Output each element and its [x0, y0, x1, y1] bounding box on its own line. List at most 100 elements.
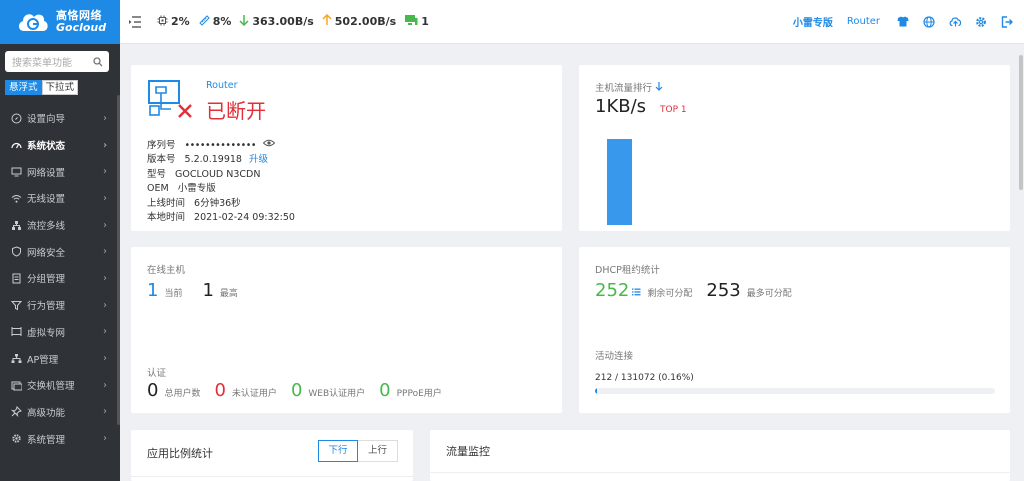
- web-auth-users-value: 0: [290, 380, 303, 401]
- gear-icon: [10, 433, 22, 445]
- sidebar-item-system-management[interactable]: 系统管理 ›: [0, 425, 117, 452]
- sort-down-icon[interactable]: [655, 81, 663, 94]
- logout-icon[interactable]: [1000, 15, 1014, 29]
- model-label: 型号: [147, 168, 167, 180]
- sidebar-item-switch-management[interactable]: 交换机管理 ›: [0, 372, 117, 399]
- sidebar-item-label: 高级功能: [27, 407, 66, 419]
- menu-search-input[interactable]: 搜索菜单功能: [5, 51, 109, 72]
- menu-mode-switch: 悬浮式 下拉式: [5, 80, 79, 95]
- top-host-bar[interactable]: [607, 139, 632, 225]
- chevron-right-icon: ›: [103, 139, 108, 151]
- serial-value: ••••••••••••••: [184, 139, 257, 151]
- sidebar-nav: 设置向导 › 系统状态 › 网络设置 › 无线设置 › 流控多线 › 网络安全 …: [0, 105, 117, 452]
- pin-icon: [10, 406, 22, 418]
- serial-label: 序列号: [147, 139, 176, 151]
- mode-float-button[interactable]: 悬浮式: [5, 80, 42, 95]
- app-stats-title: 应用比例统计: [147, 447, 213, 460]
- oem-value: 小雷专版: [177, 183, 216, 195]
- brand-logo[interactable]: 高恪网络 Gocloud: [0, 0, 120, 44]
- filter-icon: [10, 299, 22, 311]
- sidebar-item-label: 网络安全: [27, 247, 66, 259]
- sidebar: 高恪网络 Gocloud 搜索菜单功能 悬浮式 下拉式 设置向导 › 系统状态 …: [0, 0, 120, 481]
- menu-search-placeholder: 搜索菜单功能: [12, 58, 72, 69]
- chevron-right-icon: ›: [103, 433, 107, 445]
- sidebar-item-label: 流控多线: [27, 221, 66, 233]
- online-current-value: 1: [147, 280, 159, 301]
- sidebar-item-group-management[interactable]: 分组管理 ›: [0, 265, 117, 292]
- sidebar-item-setup-wizard[interactable]: 设置向导 ›: [0, 105, 117, 132]
- sidebar-item-security[interactable]: 网络安全 ›: [0, 238, 117, 265]
- chevron-right-icon: ›: [103, 192, 107, 204]
- shield-icon: [10, 246, 22, 258]
- chevron-right-icon: ›: [103, 246, 107, 258]
- chevron-right-icon: ›: [103, 166, 107, 178]
- sidebar-item-flow-control[interactable]: 流控多线 ›: [0, 212, 117, 239]
- sidebar-item-label: 分组管理: [27, 274, 66, 286]
- sidebar-item-label: 系统状态: [27, 141, 66, 153]
- upgrade-link[interactable]: 升级: [249, 154, 268, 165]
- dhcp-remaining-label: 剩余可分配: [647, 289, 693, 299]
- sidebar-item-label: 虚拟专网: [27, 327, 66, 339]
- local-time-value: 2021-02-24 09:32:50: [194, 212, 295, 224]
- tshirt-icon[interactable]: [896, 15, 910, 29]
- download-value: 363.00B/s: [252, 15, 314, 28]
- sitemap-icon: [10, 353, 22, 365]
- local-time-row: 本地时间 2021-02-24 09:32:50: [147, 211, 295, 226]
- tab-upstream[interactable]: 上行: [358, 440, 398, 462]
- pppoe-users-value: 0: [379, 380, 391, 401]
- menu-toggle-button[interactable]: [128, 15, 145, 28]
- sidebar-item-label: 设置向导: [27, 114, 66, 126]
- sidebar-item-label: 系统管理: [27, 434, 66, 446]
- arrow-up-icon: [322, 13, 335, 29]
- unauth-users-label: 未认证用户: [231, 389, 277, 399]
- brand-name-en: Gocloud: [56, 21, 107, 34]
- sidebar-item-label: 无线设置: [27, 194, 66, 206]
- model-row: 型号 GOCLOUD N3CDN: [147, 168, 295, 183]
- sidebar-item-label: 网络设置: [27, 167, 66, 179]
- dhcp-card: DHCP租约统计 252 剩余可分配 253 最多可分配 活动连接 212 / …: [579, 247, 1010, 413]
- sidebar-item-ap-management[interactable]: AP管理 ›: [0, 345, 117, 372]
- app-stats-tabs: 下行 上行: [318, 440, 398, 462]
- online-hosts[interactable]: 1: [404, 14, 429, 29]
- host-traffic-rank-card: 主机流量排行 1KB/s TOP 1: [579, 65, 1010, 231]
- list-icon[interactable]: [632, 288, 641, 299]
- sidebar-item-system-status[interactable]: 系统状态 ›: [0, 132, 117, 159]
- settings-gear-icon[interactable]: [974, 15, 988, 29]
- connection-status: 已断开: [206, 99, 266, 123]
- top-badge: TOP 1: [660, 105, 687, 115]
- network-icon: [10, 219, 22, 231]
- chevron-right-icon: ›: [103, 326, 107, 338]
- sidebar-item-advanced[interactable]: 高级功能 ›: [0, 399, 117, 426]
- oem-row: OEM 小雷专版: [147, 182, 295, 197]
- traffic-rank-title[interactable]: 主机流量排行: [595, 80, 663, 94]
- tab-downstream[interactable]: 下行: [318, 440, 358, 462]
- memory-value: 8%: [212, 15, 232, 28]
- sidebar-item-wireless[interactable]: 无线设置 ›: [0, 185, 117, 212]
- oem-label: OEM: [147, 183, 169, 195]
- sidebar-scrollbar[interactable]: [117, 95, 120, 425]
- cloud-upload-icon[interactable]: [948, 15, 962, 29]
- sidebar-item-label: 交换机管理: [27, 381, 75, 393]
- mode-dropdown-button[interactable]: 下拉式: [41, 80, 79, 95]
- globe-icon[interactable]: [922, 15, 936, 29]
- download-speed: 363.00B/s: [239, 14, 314, 29]
- wifi-icon: [10, 192, 22, 204]
- chevron-right-icon: ›: [103, 272, 107, 284]
- router-name-link[interactable]: Router: [847, 16, 880, 27]
- host-monitor-icon: [404, 14, 421, 29]
- traffic-rank-chart: [595, 139, 695, 225]
- sidebar-item-network-settings[interactable]: 网络设置 ›: [0, 158, 117, 185]
- online-max-label: 最高: [219, 289, 238, 299]
- document-icon: [10, 272, 22, 284]
- flow-monitor-divider: [430, 472, 1010, 473]
- dhcp-max-value: 253: [706, 280, 741, 301]
- search-icon[interactable]: [87, 56, 109, 67]
- online-max-value: 1: [202, 280, 214, 301]
- page-scrollbar[interactable]: [1019, 55, 1023, 190]
- dhcp-remaining-value: 252: [595, 280, 630, 301]
- sidebar-item-vpn[interactable]: 虚拟专网 ›: [0, 319, 117, 346]
- eye-icon[interactable]: [262, 138, 276, 153]
- dhcp-title: DHCP租约统计: [595, 265, 660, 276]
- sidebar-item-behavior-management[interactable]: 行为管理 ›: [0, 292, 117, 319]
- edition-link[interactable]: 小雷专版: [793, 14, 833, 29]
